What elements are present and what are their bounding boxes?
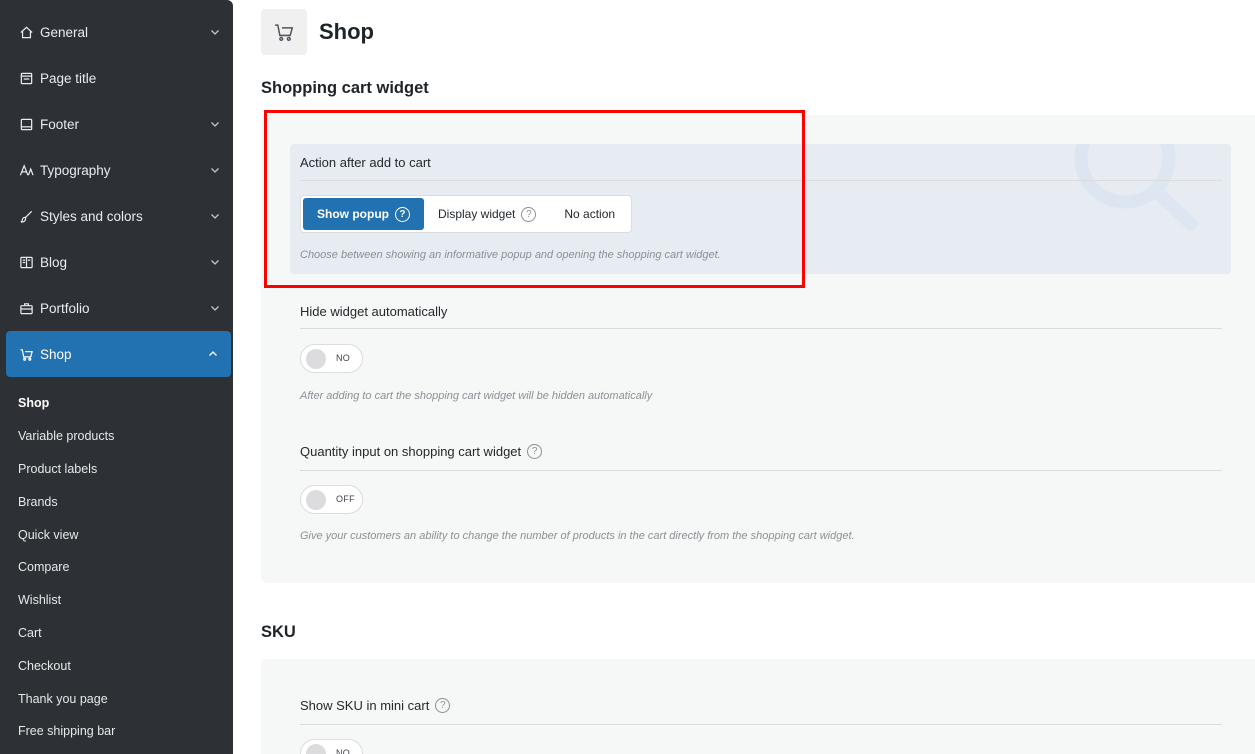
submenu-item-checkout[interactable]: Checkout xyxy=(0,649,233,682)
show-popup-option[interactable]: Show popup ? xyxy=(303,198,424,230)
toggle-knob xyxy=(306,490,326,510)
submenu-item-free-shipping-bar[interactable]: Free shipping bar xyxy=(0,715,233,748)
cart-icon xyxy=(18,346,34,362)
chevron-down-icon xyxy=(209,210,221,222)
option-label-show-sku: Show SKU in mini cart ? xyxy=(300,698,451,713)
section-title-cart-widget: Shopping cart widget xyxy=(261,79,429,97)
chevron-down-icon xyxy=(209,118,221,130)
option-description: Give your customers an ability to change… xyxy=(300,530,855,542)
submenu-item-thank-you-page[interactable]: Thank you page xyxy=(0,682,233,715)
option-description: After adding to cart the shopping cart w… xyxy=(300,390,653,402)
submenu-item-product-labels[interactable]: Product labels xyxy=(0,453,233,486)
display-widget-option[interactable]: Display widget ? xyxy=(424,198,550,230)
sidebar-item-label: Styles and colors xyxy=(40,208,143,224)
sidebar-item-label: Page title xyxy=(40,70,97,86)
sidebar-item-footer[interactable]: Footer xyxy=(0,101,233,147)
cart-icon xyxy=(261,9,307,55)
help-icon[interactable]: ? xyxy=(394,206,410,222)
sidebar-menu: General Page title Footer Typography Sty… xyxy=(0,9,233,377)
brush-icon xyxy=(18,208,34,224)
quantity-input-toggle[interactable]: OFF xyxy=(300,485,363,514)
submenu-item-shop[interactable]: Shop xyxy=(0,387,233,420)
help-icon[interactable]: ? xyxy=(435,698,451,713)
option-label: Show popup xyxy=(317,207,389,221)
home-icon xyxy=(18,24,34,40)
chevron-down-icon xyxy=(209,26,221,38)
typography-icon xyxy=(18,162,34,178)
submenu-item-variable-products[interactable]: Variable products xyxy=(0,420,233,453)
sidebar-item-blog[interactable]: Blog xyxy=(0,239,233,285)
sidebar-item-label: General xyxy=(40,24,89,40)
sidebar-item-typography[interactable]: Typography xyxy=(0,147,233,193)
help-icon[interactable]: ? xyxy=(527,444,543,459)
divider xyxy=(300,470,1222,471)
toggle-state-label: OFF xyxy=(336,494,355,504)
magnifier-icon xyxy=(1074,144,1198,231)
sidebar-item-label: Typography xyxy=(40,162,111,178)
sidebar-item-label: Portfolio xyxy=(40,300,90,316)
divider xyxy=(300,724,1222,725)
page-header: Shop xyxy=(261,9,374,55)
sidebar-item-general[interactable]: General xyxy=(0,9,233,55)
divider xyxy=(300,328,1222,329)
sidebar-item-label: Footer xyxy=(40,116,80,132)
portfolio-icon xyxy=(18,300,34,316)
sidebar-item-shop[interactable]: Shop xyxy=(6,331,231,377)
sidebar-item-label: Shop xyxy=(40,346,72,362)
submenu-item-brands[interactable]: Brands xyxy=(0,485,233,518)
option-label: Show SKU in mini cart xyxy=(300,698,430,713)
submenu-item-wishlist[interactable]: Wishlist xyxy=(0,584,233,617)
page-title: Shop xyxy=(319,19,374,44)
chevron-down-icon xyxy=(209,164,221,176)
footer-icon xyxy=(18,116,34,132)
option-label: Quantity input on shopping cart widget xyxy=(300,444,522,459)
sidebar-item-page-title[interactable]: Page title xyxy=(0,55,233,101)
hide-widget-toggle[interactable]: NO xyxy=(300,344,363,373)
option-label-hide-widget: Hide widget automatically xyxy=(300,304,448,319)
chevron-up-icon xyxy=(207,348,219,360)
option-label-action-after-add: Action after add to cart xyxy=(300,155,431,170)
chevron-down-icon xyxy=(209,302,221,314)
settings-sidebar: General Page title Footer Typography Sty… xyxy=(0,0,233,754)
help-icon[interactable]: ? xyxy=(521,206,537,222)
submenu-item-compare[interactable]: Compare xyxy=(0,551,233,584)
toggle-state-label: NO xyxy=(336,353,351,363)
toggle-knob xyxy=(306,744,326,754)
option-label-quantity-input: Quantity input on shopping cart widget ? xyxy=(300,444,543,459)
divider xyxy=(300,180,1222,181)
sidebar-item-styles-and-colors[interactable]: Styles and colors xyxy=(0,193,233,239)
no-action-option[interactable]: No action xyxy=(550,198,629,230)
toggle-knob xyxy=(306,349,326,369)
toggle-state-label: NO xyxy=(336,748,351,754)
option-label: Display widget xyxy=(437,207,516,221)
submenu-item-cart[interactable]: Cart xyxy=(0,617,233,650)
section-title-sku: SKU xyxy=(261,623,296,641)
action-after-add-selector: Show popup ? Display widget ? No action xyxy=(300,195,633,233)
page-title-icon xyxy=(18,70,34,86)
blog-icon xyxy=(18,254,34,270)
shop-submenu: Shop Variable products Product labels Br… xyxy=(0,387,233,748)
option-label: No action xyxy=(564,207,616,221)
chevron-down-icon xyxy=(209,256,221,268)
option-description: Choose between showing an informative po… xyxy=(300,249,721,261)
submenu-item-quick-view[interactable]: Quick view xyxy=(0,518,233,551)
sidebar-item-portfolio[interactable]: Portfolio xyxy=(0,285,233,331)
show-sku-toggle[interactable]: NO xyxy=(300,739,363,754)
sidebar-item-label: Blog xyxy=(40,254,68,270)
